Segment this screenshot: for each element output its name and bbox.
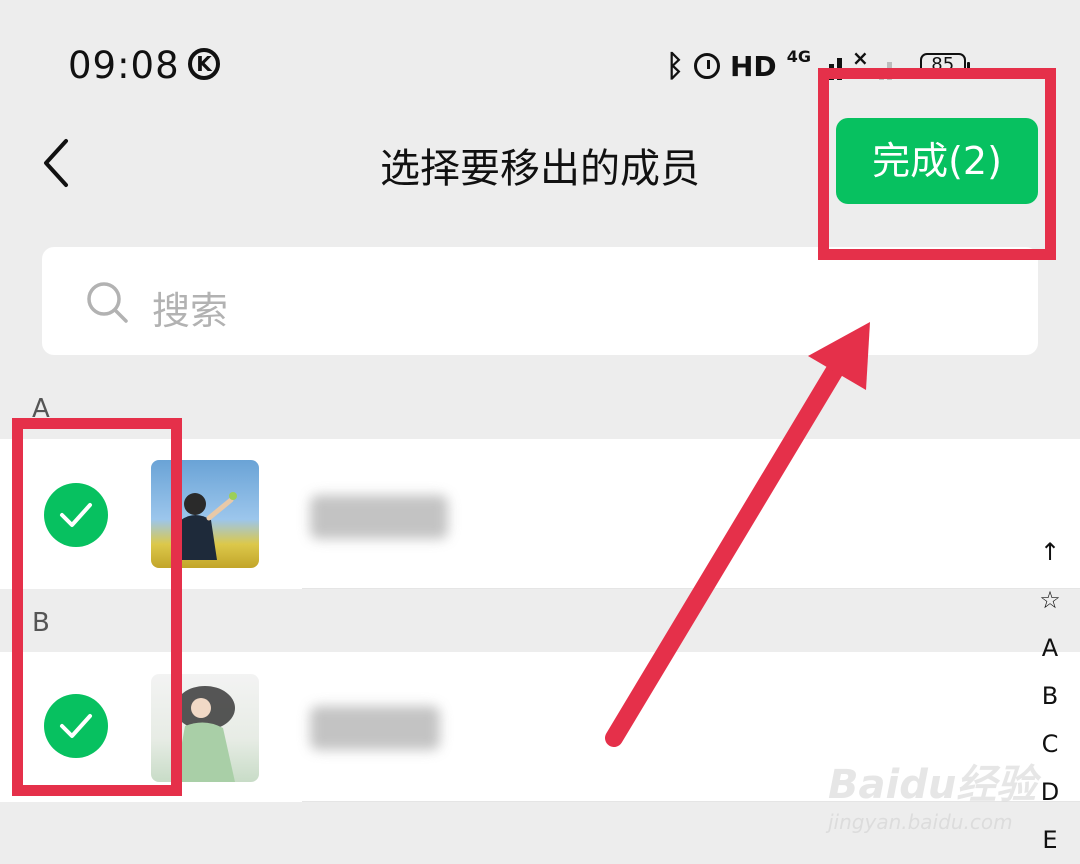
watermark-brand: Baidu经验 — [828, 762, 1037, 808]
member-name-blurred — [310, 495, 448, 539]
index-item-star[interactable]: ☆ — [1030, 576, 1070, 624]
hd-icon: HD — [730, 49, 777, 83]
divider — [302, 588, 1080, 589]
alarm-icon — [694, 53, 720, 79]
index-item-top[interactable]: ↑ — [1030, 528, 1070, 576]
search-placeholder: 搜索 — [152, 289, 229, 333]
annotation-box-checks — [12, 418, 182, 796]
network-type: 4G — [786, 46, 811, 66]
annotation-box-done — [818, 68, 1056, 260]
status-time: 09:08 — [68, 44, 180, 87]
k-app-icon: K — [188, 48, 220, 80]
index-item-b[interactable]: B — [1030, 672, 1070, 720]
no-signal-icon: × — [851, 46, 869, 70]
watermark-url: jingyan.baidu.com — [828, 810, 1013, 834]
index-item-a[interactable]: A — [1030, 624, 1070, 672]
baidu-watermark: Baidu经验 jingyan.baidu.com — [828, 752, 1036, 834]
bluetooth-icon: ᛒ — [666, 48, 684, 84]
search-icon — [87, 282, 128, 323]
member-name-blurred — [310, 706, 440, 750]
